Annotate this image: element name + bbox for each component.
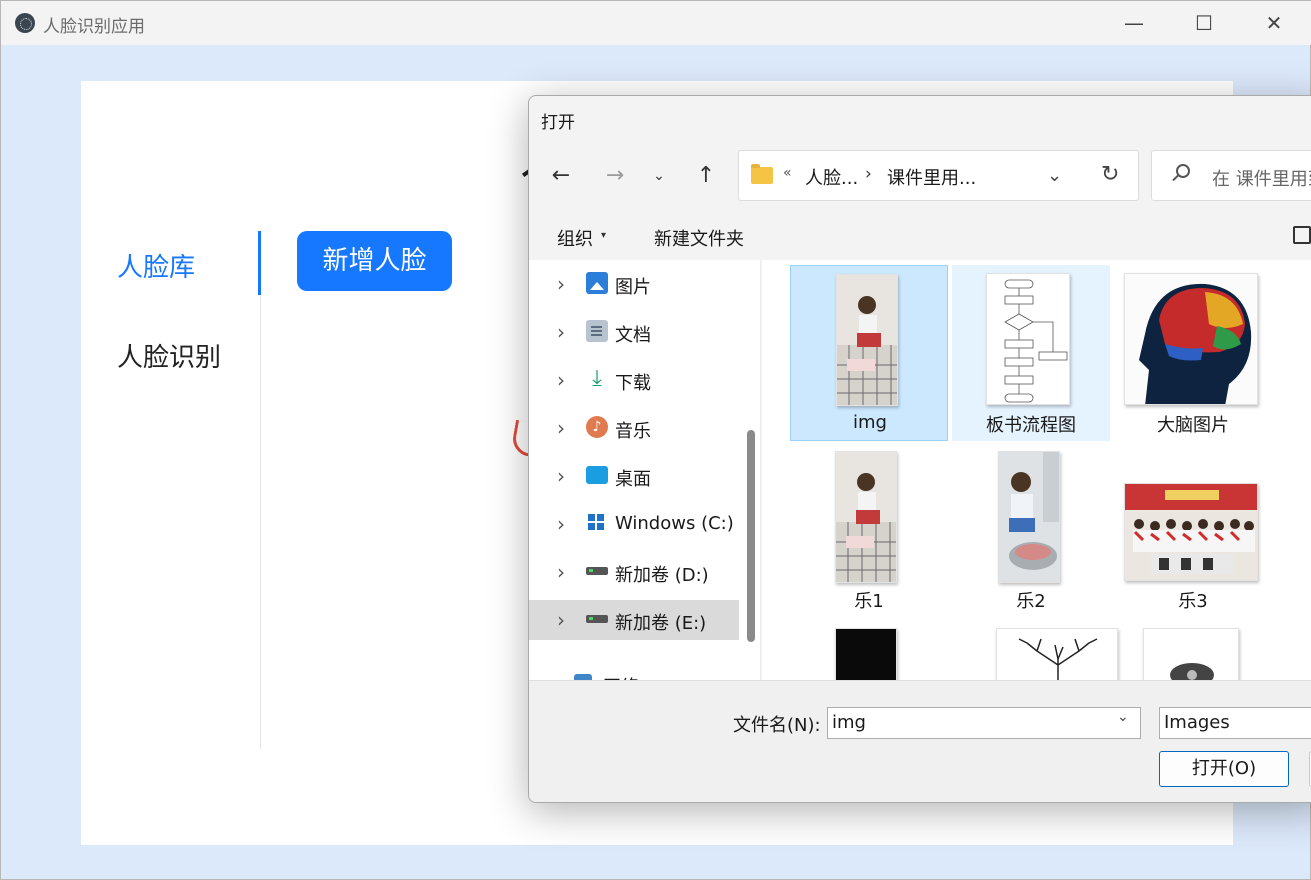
dialog-toolbar: 组织 ▾ 新建文件夹 <box>529 212 1311 260</box>
navigation-pane: › 图片 › 文档 › ⤓ 下载 › ♪ 音乐 › 桌面 › Windows (… <box>529 260 761 680</box>
nav-pane-scrollbar[interactable] <box>745 260 757 680</box>
refresh-icon[interactable]: ↻ <box>1101 162 1119 187</box>
close-button[interactable]: ✕ <box>1251 9 1297 37</box>
tree-item-drive-c[interactable]: › Windows (C:) <box>529 504 739 544</box>
tree-item-label: 音乐 <box>615 421 651 442</box>
file-name-label: 乐3 <box>1178 591 1208 612</box>
up-folder-button[interactable]: ↑ <box>691 164 721 188</box>
maximize-button[interactable]: ☐ <box>1181 9 1227 37</box>
new-folder-button[interactable]: 新建文件夹 <box>654 225 744 251</box>
chevron-right-icon[interactable]: › <box>557 416 565 440</box>
tree-item-label: 新加卷 (E:) <box>615 613 707 634</box>
file-item-brain[interactable]: 大脑图片 <box>1114 265 1272 441</box>
forward-button[interactable]: → <box>600 164 630 188</box>
search-icon <box>1176 164 1190 178</box>
file-item-le3[interactable]: 乐3 <box>1114 443 1272 619</box>
windows-drive-icon <box>586 512 608 534</box>
tree-item-label: Windows (C:) <box>615 513 734 534</box>
nav-face-recognition[interactable]: 人脸识别 <box>117 337 221 374</box>
chevron-down-icon[interactable]: ⌄ <box>1047 165 1062 186</box>
image-thumbnail <box>835 451 897 583</box>
search-input[interactable]: 在 课件里用到 <box>1151 150 1311 201</box>
chevron-right-icon[interactable]: › <box>557 320 565 344</box>
image-thumbnail <box>836 274 898 406</box>
address-overflow-chevron[interactable]: « <box>783 165 792 181</box>
file-name-label: 大脑图片 <box>1157 415 1229 436</box>
pictures-icon <box>586 272 608 294</box>
scrollbar-thumb[interactable] <box>747 430 755 642</box>
tree-item-pictures[interactable]: › 图片 <box>529 264 739 304</box>
tree-item-network[interactable]: › 网络 <box>529 664 727 680</box>
address-bar[interactable]: « 人脸... › 课件里用... ⌄ ↻ <box>738 150 1139 201</box>
app-title: 人脸识别应用 <box>43 17 145 37</box>
file-item-img[interactable]: img <box>790 265 948 441</box>
download-icon: ⤓ <box>592 366 602 391</box>
file-name-label: 板书流程图 <box>986 415 1076 436</box>
chevron-right-icon[interactable]: › <box>557 368 565 392</box>
caret-down-icon[interactable]: ▾ <box>601 230 606 241</box>
music-icon: ♪ <box>586 416 608 438</box>
view-options-icon[interactable] <box>1293 226 1311 244</box>
tree-item-label: 下载 <box>615 373 651 394</box>
chevron-right-icon[interactable]: › <box>557 272 565 296</box>
file-item-flowchart[interactable]: 板书流程图 <box>952 265 1110 441</box>
open-file-dialog: 打开 ← → ⌄ ↑ « 人脸... › 课件里用... ⌄ ↻ 在 课件里用到… <box>528 95 1311 803</box>
file-name-label: 文件名(N): <box>733 715 821 736</box>
chevron-right-icon[interactable]: › <box>557 560 565 584</box>
file-item-le1[interactable]: 乐1 <box>790 443 948 619</box>
file-type-select[interactable]: Images <box>1159 707 1311 739</box>
tree-item-desktop[interactable]: › 桌面 <box>529 456 739 496</box>
recent-locations-button[interactable]: ⌄ <box>644 164 674 188</box>
image-thumbnail <box>1124 483 1258 581</box>
tree-item-documents[interactable]: › 文档 <box>529 312 739 352</box>
breadcrumb-separator[interactable]: › <box>865 164 872 184</box>
tree-item-music[interactable]: › ♪ 音乐 <box>529 408 739 448</box>
chevron-right-icon[interactable]: › <box>557 608 565 632</box>
chevron-right-icon[interactable]: › <box>557 512 565 536</box>
tree-item-label: 文档 <box>615 325 651 346</box>
image-thumbnail <box>996 628 1118 680</box>
tree-item-drive-d[interactable]: › 新加卷 (D:) <box>529 552 739 592</box>
add-face-button[interactable]: 新增人脸 <box>297 231 452 291</box>
image-thumbnail <box>1143 628 1239 680</box>
file-name-label: 乐1 <box>854 591 884 612</box>
search-placeholder: 在 课件里用到 <box>1212 169 1311 190</box>
image-thumbnail <box>835 628 897 680</box>
tree-item-drive-e[interactable]: › 新加卷 (E:) <box>529 600 739 640</box>
tree-item-label: 桌面 <box>615 469 651 490</box>
file-list-pane: img 板书流程图 大脑图片 乐1 乐2 乐3 <box>762 260 1311 680</box>
open-button[interactable]: 打开(O) <box>1159 751 1289 787</box>
tree-item-label: 网络 <box>603 673 639 680</box>
image-thumbnail <box>1124 273 1258 405</box>
chevron-down-icon[interactable]: ⌄ <box>1117 709 1129 725</box>
organize-menu[interactable]: 组织 <box>557 225 593 251</box>
app-logo-icon <box>15 13 35 33</box>
dialog-title: 打开 <box>541 113 575 133</box>
file-name-label: 乐2 <box>1016 591 1046 612</box>
file-item-le2[interactable]: 乐2 <box>952 443 1110 619</box>
drive-icon <box>586 615 608 623</box>
nav-active-indicator <box>258 231 261 295</box>
dialog-footer: 文件名(N): img ⌄ Images 打开(O) <box>529 680 1311 802</box>
title-bar: 人脸识别应用 — ☐ ✕ <box>1 1 1311 45</box>
nav-divider <box>260 295 261 749</box>
back-button[interactable]: ← <box>546 164 576 188</box>
tree-item-label: 新加卷 (D:) <box>615 565 709 586</box>
image-thumbnail <box>986 273 1070 405</box>
drive-icon <box>586 567 608 575</box>
file-name-label: img <box>853 412 887 433</box>
image-thumbnail <box>998 451 1060 583</box>
file-name-input[interactable]: img <box>827 707 1141 739</box>
breadcrumb-segment[interactable]: 课件里用... <box>887 164 976 190</box>
nav-face-library[interactable]: 人脸库 <box>117 247 195 284</box>
minimize-button[interactable]: — <box>1111 9 1157 37</box>
chevron-right-icon[interactable]: › <box>557 464 565 488</box>
folder-icon <box>751 164 773 184</box>
tree-item-downloads[interactable]: › ⤓ 下载 <box>529 360 739 400</box>
chevron-right-icon[interactable]: › <box>545 672 553 680</box>
breadcrumb-segment[interactable]: 人脸... <box>805 164 858 190</box>
documents-icon <box>586 320 608 342</box>
desktop-icon <box>586 466 608 484</box>
tree-item-label: 图片 <box>615 277 651 298</box>
